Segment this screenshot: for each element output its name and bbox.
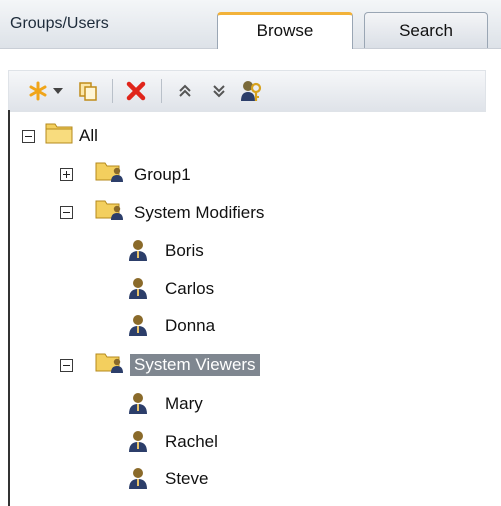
panel-header: Groups/Users Browse Search [0, 0, 501, 49]
toolbar-separator [112, 79, 113, 103]
dropdown-arrow-icon[interactable] [51, 77, 65, 105]
expand-all-icon[interactable] [171, 77, 199, 105]
user-icon [128, 467, 148, 489]
tab-search[interactable]: Search [364, 12, 488, 48]
groups-users-panel: Groups/Users Browse Search All Group1 Sy… [0, 0, 501, 506]
user-icon [128, 277, 148, 299]
new-asterisk-icon[interactable] [27, 77, 49, 105]
collapse-all-icon[interactable] [205, 77, 233, 105]
copy-icon[interactable] [74, 77, 102, 105]
tree-node-user[interactable]: Steve [165, 469, 208, 489]
collapse-toggle[interactable] [60, 206, 73, 219]
group-folder-icon [95, 351, 125, 375]
tree-node-user[interactable]: Donna [165, 316, 215, 336]
expand-toggle[interactable] [60, 168, 73, 181]
tree-node-user[interactable]: Boris [165, 241, 204, 261]
tree-node-group1[interactable]: Group1 [134, 165, 191, 185]
toolbar-separator [161, 79, 162, 103]
folder-icon [45, 120, 73, 144]
tree-node-user[interactable]: Mary [165, 394, 203, 414]
collapse-toggle[interactable] [22, 130, 35, 143]
tab-browse[interactable]: Browse [217, 12, 353, 49]
tree-node-system-viewers[interactable]: System Viewers [130, 354, 260, 376]
collapse-toggle[interactable] [60, 359, 73, 372]
group-folder-icon [95, 160, 125, 184]
panel-left-border [8, 110, 10, 506]
permissions-key-icon[interactable] [237, 77, 265, 105]
group-folder-icon [95, 198, 125, 222]
user-icon [128, 314, 148, 336]
user-icon [128, 392, 148, 414]
tree-node-system-modifiers[interactable]: System Modifiers [134, 203, 264, 223]
delete-x-icon[interactable] [122, 77, 150, 105]
tree-node-user[interactable]: Carlos [165, 279, 214, 299]
tree-node-user[interactable]: Rachel [165, 432, 218, 452]
user-icon [128, 239, 148, 261]
tree-node-all[interactable]: All [79, 126, 98, 146]
panel-title: Groups/Users [10, 15, 109, 32]
user-icon [128, 430, 148, 452]
toolbar [8, 70, 486, 112]
